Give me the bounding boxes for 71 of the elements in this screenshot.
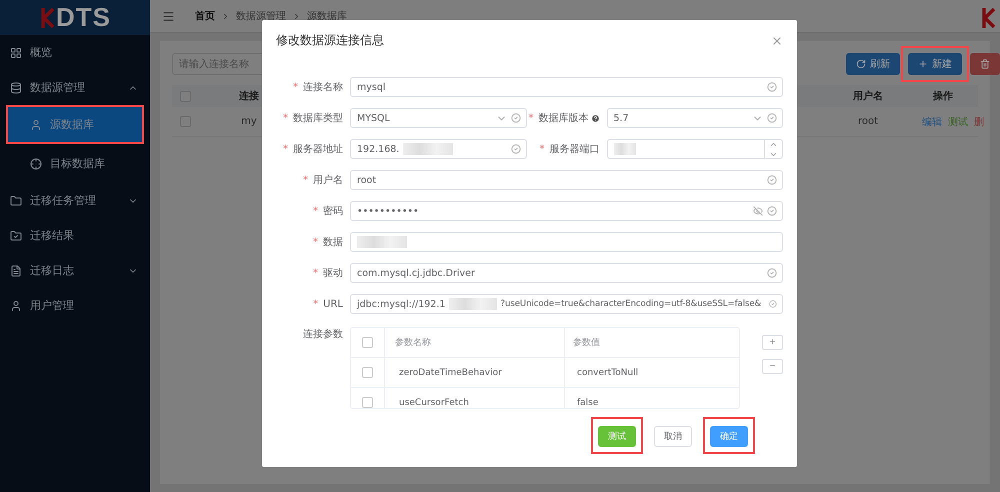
sidebar-item[interactable]: 目标数据库 (8, 146, 142, 181)
breadcrumb-item[interactable]: 数据源管理 (236, 9, 286, 23)
table-cell: useCursorFetch (385, 388, 565, 408)
password-field[interactable]: ••••••••••• (350, 201, 783, 221)
new-button[interactable]: 新建 (908, 53, 962, 75)
logo-mark-icon (39, 8, 55, 28)
sidebar-item[interactable]: 迁移日志 (0, 253, 150, 288)
column-header: 连接 (238, 90, 260, 103)
input-field[interactable]: root (350, 170, 783, 190)
input-field[interactable] (606, 139, 783, 159)
field-label: * 驱动 (312, 266, 344, 280)
select-field[interactable]: MYSQL (350, 108, 526, 128)
input-field[interactable]: com.mysql.cj.jdbc.Driver (350, 263, 783, 283)
column-header: 参数值 (572, 336, 601, 350)
table-cell: zeroDateTimeBehavior (385, 358, 565, 387)
close-icon[interactable] (771, 34, 783, 46)
user-icon (10, 300, 22, 312)
breadcrumb-item[interactable]: 首页 (195, 9, 215, 23)
table-cell-text: my (240, 116, 258, 127)
field-label: * 密码 (312, 204, 344, 218)
chevron-right-icon (292, 12, 301, 20)
field-label: * 用户名 (302, 174, 344, 187)
column-header: 用户名 (852, 89, 884, 103)
field-label: * 服务器端口 (538, 142, 600, 156)
sidebar-item[interactable]: 用户管理 (0, 288, 150, 323)
column-header: 操作 (932, 90, 954, 103)
refresh-icon (856, 59, 866, 69)
increment-icon[interactable] (769, 140, 778, 148)
cancel-button[interactable]: 取消 (654, 426, 692, 447)
field-label: * 数据库类型 (282, 112, 344, 125)
table-cell-text: convertToNull (576, 366, 640, 380)
field-label: * 数据库版本 (526, 111, 606, 125)
delete-button[interactable] (970, 53, 1000, 75)
breadcrumb-item[interactable]: 源数据库 (307, 9, 347, 23)
field-label: * 数据 (312, 236, 344, 249)
sidebar-item[interactable]: 概览 (0, 35, 150, 70)
field-label: 连接参数 (302, 328, 344, 341)
confirm-button[interactable]: 确定 (710, 426, 748, 447)
refresh-button[interactable]: 刷新 (846, 53, 900, 75)
sidebar-item[interactable]: 迁移任务管理 (0, 183, 150, 218)
field-label: * 服务器地址 (282, 142, 344, 156)
input-field[interactable]: 192.168. (350, 139, 526, 159)
logo-mark-icon (980, 8, 996, 28)
sidebar-item[interactable]: 迁移结果 (0, 218, 150, 253)
folder-check-icon (10, 230, 22, 242)
field-label: * URL (312, 298, 344, 310)
crosshair-icon (30, 158, 42, 170)
grid-icon (10, 46, 22, 58)
input-field[interactable] (350, 232, 783, 252)
document-icon (10, 264, 22, 276)
dialog-title: 修改数据源连接信息 (276, 32, 384, 49)
remove-row-button[interactable]: − (762, 359, 783, 374)
eye-off-icon[interactable] (753, 206, 763, 216)
table-cell-text: false (576, 396, 600, 408)
help-icon[interactable] (590, 114, 600, 122)
sidebar-item[interactable]: 数据源管理 (0, 70, 150, 105)
user-icon (30, 118, 42, 130)
menu-icon[interactable] (162, 10, 175, 22)
column-header: 参数名称 (385, 328, 565, 357)
input-field[interactable]: jdbc:mysql://192.1 ?useUnicode=true&characterEncoding=utf-8&useSSL=false& (350, 294, 783, 314)
chevron-right-icon (221, 12, 230, 20)
trash-icon (980, 59, 990, 69)
input-field[interactable]: mysql (350, 77, 783, 97)
table-cell-text: root (856, 116, 880, 127)
field-label: * 连接名称 (292, 80, 344, 94)
plus-icon (918, 59, 928, 69)
select-field[interactable]: 5.7 (606, 108, 783, 128)
logo: DTS (56, 2, 111, 33)
add-row-button[interactable]: + (762, 335, 783, 350)
database-icon (10, 82, 22, 94)
folder-icon (10, 194, 22, 206)
